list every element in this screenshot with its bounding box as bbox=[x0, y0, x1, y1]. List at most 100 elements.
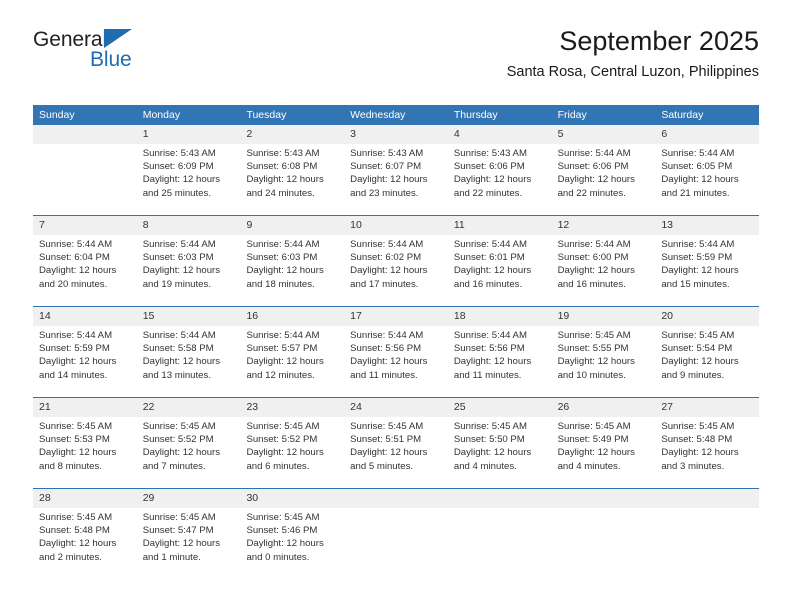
day-detail-line: Sunrise: 5:44 AM bbox=[246, 239, 320, 250]
day-cell-23[interactable]: Sunrise: 5:45 AM Sunset: 5:52 PM Daylight:… bbox=[240, 417, 344, 488]
day-detail-line: Sunset: 5:59 PM bbox=[39, 343, 110, 355]
day-number-21[interactable]: 21 bbox=[33, 398, 137, 417]
weekday-header-wednesday: Wednesday bbox=[350, 109, 406, 121]
day-detail-line: Daylight: 12 hours bbox=[453, 174, 532, 186]
day-detail-line: Daylight: 12 hours bbox=[142, 265, 221, 277]
day-detail-line: Sunrise: 5:44 AM bbox=[661, 239, 735, 250]
day-detail-line: Sunset: 6:01 PM bbox=[453, 252, 525, 264]
day-number-empty bbox=[33, 125, 137, 144]
day-detail-line: Sunrise: 5:45 AM bbox=[557, 330, 631, 341]
day-detail-line: Sunset: 5:53 PM bbox=[39, 434, 110, 446]
day-cell-2[interactable]: Sunrise: 5:43 AM Sunset: 6:08 PM Daylight:… bbox=[240, 144, 344, 215]
day-number-27[interactable]: 27 bbox=[655, 398, 759, 417]
day-number-9[interactable]: 9 bbox=[240, 216, 344, 235]
day-cell-30[interactable]: Sunrise: 5:45 AM Sunset: 5:46 PM Daylight:… bbox=[240, 508, 344, 579]
day-details-band: Sunrise: 5:43 AM Sunset: 6:09 PM Daylight:… bbox=[33, 144, 759, 215]
day-detail-line: Sunset: 5:49 PM bbox=[557, 434, 629, 446]
day-cell-20[interactable]: Sunrise: 5:45 AM Sunset: 5:54 PM Daylight:… bbox=[655, 326, 759, 397]
day-number-25[interactable]: 25 bbox=[448, 398, 552, 417]
day-detail-line: Sunrise: 5:44 AM bbox=[557, 148, 631, 159]
day-number-5[interactable]: 5 bbox=[552, 125, 656, 144]
day-cell-11[interactable]: Sunrise: 5:44 AM Sunset: 6:01 PM Daylight:… bbox=[448, 235, 552, 306]
day-detail-line: and 10 minutes. bbox=[557, 369, 626, 381]
day-cell-16[interactable]: Sunrise: 5:44 AM Sunset: 5:57 PM Daylight:… bbox=[240, 326, 344, 397]
day-cell-14[interactable]: Sunrise: 5:44 AM Sunset: 5:59 PM Daylight:… bbox=[33, 326, 137, 397]
day-detail-line: and 4 minutes. bbox=[557, 460, 621, 472]
day-detail-line: Sunset: 5:58 PM bbox=[142, 343, 214, 355]
day-number-17[interactable]: 17 bbox=[344, 307, 448, 326]
day-number-23[interactable]: 23 bbox=[240, 398, 344, 417]
day-detail-line: Daylight: 12 hours bbox=[142, 538, 221, 550]
day-cell-6[interactable]: Sunrise: 5:44 AM Sunset: 6:05 PM Daylight:… bbox=[655, 144, 759, 215]
day-detail-line: Sunset: 5:52 PM bbox=[142, 434, 214, 446]
day-number-10[interactable]: 10 bbox=[344, 216, 448, 235]
day-detail-line: Sunset: 6:06 PM bbox=[557, 161, 629, 173]
day-number-30[interactable]: 30 bbox=[240, 489, 344, 508]
day-number-24[interactable]: 24 bbox=[344, 398, 448, 417]
day-detail-line: Sunrise: 5:44 AM bbox=[557, 239, 631, 250]
day-number-22[interactable]: 22 bbox=[137, 398, 241, 417]
day-cell-24[interactable]: Sunrise: 5:45 AM Sunset: 5:51 PM Daylight:… bbox=[344, 417, 448, 488]
day-cell-5[interactable]: Sunrise: 5:44 AM Sunset: 6:06 PM Daylight:… bbox=[552, 144, 656, 215]
day-number-3[interactable]: 3 bbox=[344, 125, 448, 144]
day-detail-line: Sunset: 6:09 PM bbox=[142, 161, 214, 173]
day-number-26[interactable]: 26 bbox=[552, 398, 656, 417]
day-cell-empty bbox=[33, 144, 137, 215]
day-number-29[interactable]: 29 bbox=[137, 489, 241, 508]
day-detail-line: Sunrise: 5:43 AM bbox=[350, 148, 424, 159]
day-number-11[interactable]: 11 bbox=[448, 216, 552, 235]
day-cell-21[interactable]: Sunrise: 5:45 AM Sunset: 5:53 PM Daylight:… bbox=[33, 417, 137, 488]
day-detail-line: Sunrise: 5:44 AM bbox=[246, 330, 320, 341]
day-detail-line: Daylight: 12 hours bbox=[661, 265, 739, 277]
day-number-2[interactable]: 2 bbox=[240, 125, 344, 144]
day-number-4[interactable]: 4 bbox=[448, 125, 552, 144]
day-cell-4[interactable]: Sunrise: 5:43 AM Sunset: 6:06 PM Daylight:… bbox=[448, 144, 552, 215]
day-cell-17[interactable]: Sunrise: 5:44 AM Sunset: 5:56 PM Daylight:… bbox=[344, 326, 448, 397]
day-number-14[interactable]: 14 bbox=[33, 307, 137, 326]
day-number-18[interactable]: 18 bbox=[448, 307, 552, 326]
day-number-12[interactable]: 12 bbox=[552, 216, 656, 235]
day-cell-18[interactable]: Sunrise: 5:44 AM Sunset: 5:56 PM Daylight:… bbox=[448, 326, 552, 397]
day-detail-line: Daylight: 12 hours bbox=[350, 174, 428, 186]
day-detail-line: Sunrise: 5:45 AM bbox=[39, 512, 113, 523]
day-cell-15[interactable]: Sunrise: 5:44 AM Sunset: 5:58 PM Daylight:… bbox=[137, 326, 241, 397]
day-cell-3[interactable]: Sunrise: 5:43 AM Sunset: 6:07 PM Daylight:… bbox=[344, 144, 448, 215]
day-cell-12[interactable]: Sunrise: 5:44 AM Sunset: 6:00 PM Daylight:… bbox=[552, 235, 656, 306]
day-detail-line: Sunrise: 5:43 AM bbox=[142, 148, 216, 159]
day-cell-27[interactable]: Sunrise: 5:45 AM Sunset: 5:48 PM Daylight:… bbox=[655, 417, 759, 488]
day-number-15[interactable]: 15 bbox=[137, 307, 241, 326]
day-cell-9[interactable]: Sunrise: 5:44 AM Sunset: 6:03 PM Daylight:… bbox=[240, 235, 344, 306]
day-cell-29[interactable]: Sunrise: 5:45 AM Sunset: 5:47 PM Daylight:… bbox=[137, 508, 241, 579]
day-number-1[interactable]: 1 bbox=[137, 125, 241, 144]
day-number-13[interactable]: 13 bbox=[655, 216, 759, 235]
day-detail-line: Sunset: 6:06 PM bbox=[453, 161, 525, 173]
day-cell-26[interactable]: Sunrise: 5:45 AM Sunset: 5:49 PM Daylight:… bbox=[552, 417, 656, 488]
day-detail-line: and 3 minutes. bbox=[661, 460, 725, 472]
day-detail-line: and 7 minutes. bbox=[142, 460, 206, 472]
day-cell-28[interactable]: Sunrise: 5:45 AM Sunset: 5:48 PM Daylight:… bbox=[33, 508, 137, 579]
day-number-28[interactable]: 28 bbox=[33, 489, 137, 508]
day-number-7[interactable]: 7 bbox=[33, 216, 137, 235]
day-cell-7[interactable]: Sunrise: 5:44 AM Sunset: 6:04 PM Daylight:… bbox=[33, 235, 137, 306]
day-number-16[interactable]: 16 bbox=[240, 307, 344, 326]
day-cell-25[interactable]: Sunrise: 5:45 AM Sunset: 5:50 PM Daylight:… bbox=[448, 417, 552, 488]
day-detail-line: Daylight: 12 hours bbox=[661, 356, 739, 368]
day-cell-1[interactable]: Sunrise: 5:43 AM Sunset: 6:09 PM Daylight:… bbox=[137, 144, 241, 215]
day-cell-10[interactable]: Sunrise: 5:44 AM Sunset: 6:02 PM Daylight:… bbox=[344, 235, 448, 306]
day-detail-line: Daylight: 12 hours bbox=[39, 538, 117, 550]
day-detail-line: and 13 minutes. bbox=[142, 369, 211, 381]
day-number-20[interactable]: 20 bbox=[655, 307, 759, 326]
day-detail-line: and 20 minutes. bbox=[39, 278, 108, 290]
day-cell-19[interactable]: Sunrise: 5:45 AM Sunset: 5:55 PM Daylight:… bbox=[552, 326, 656, 397]
day-number-19[interactable]: 19 bbox=[552, 307, 656, 326]
day-detail-line: and 15 minutes. bbox=[661, 278, 730, 290]
day-cell-13[interactable]: Sunrise: 5:44 AM Sunset: 5:59 PM Daylight:… bbox=[655, 235, 759, 306]
general-blue-logo[interactable]: General Blue bbox=[33, 28, 233, 84]
day-number-8[interactable]: 8 bbox=[137, 216, 241, 235]
day-cell-22[interactable]: Sunrise: 5:45 AM Sunset: 5:52 PM Daylight:… bbox=[137, 417, 241, 488]
day-number-6[interactable]: 6 bbox=[655, 125, 759, 144]
day-number-empty bbox=[552, 489, 656, 508]
weekday-header-sunday: Sunday bbox=[39, 109, 75, 121]
day-cell-8[interactable]: Sunrise: 5:44 AM Sunset: 6:03 PM Daylight:… bbox=[137, 235, 241, 306]
day-detail-line: Sunrise: 5:44 AM bbox=[142, 239, 216, 250]
